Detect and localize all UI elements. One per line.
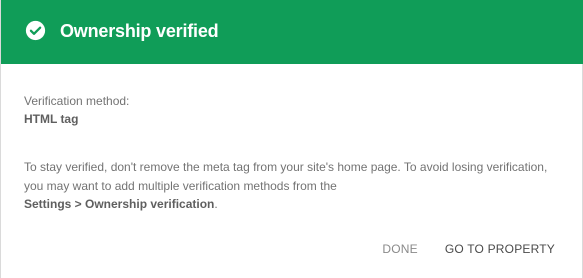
verification-dialog: Ownership verified Verification method: …	[0, 0, 583, 278]
dialog-title: Ownership verified	[60, 21, 219, 41]
settings-path: Settings > Ownership verification	[24, 197, 215, 211]
info-text-main: To stay verified, don't remove the meta …	[24, 160, 548, 193]
info-text: To stay verified, don't remove the meta …	[24, 158, 564, 214]
dialog-actions: DONE GO TO PROPERTY	[382, 242, 555, 257]
verification-method-value: HTML tag	[24, 112, 79, 126]
info-text-end: .	[214, 197, 218, 211]
verification-method-label: Verification method:	[24, 94, 130, 108]
dialog-header: Ownership verified	[1, 0, 583, 64]
check-circle-icon	[25, 20, 46, 41]
go-to-property-button[interactable]: GO TO PROPERTY	[445, 242, 555, 257]
done-button[interactable]: DONE	[382, 242, 417, 257]
